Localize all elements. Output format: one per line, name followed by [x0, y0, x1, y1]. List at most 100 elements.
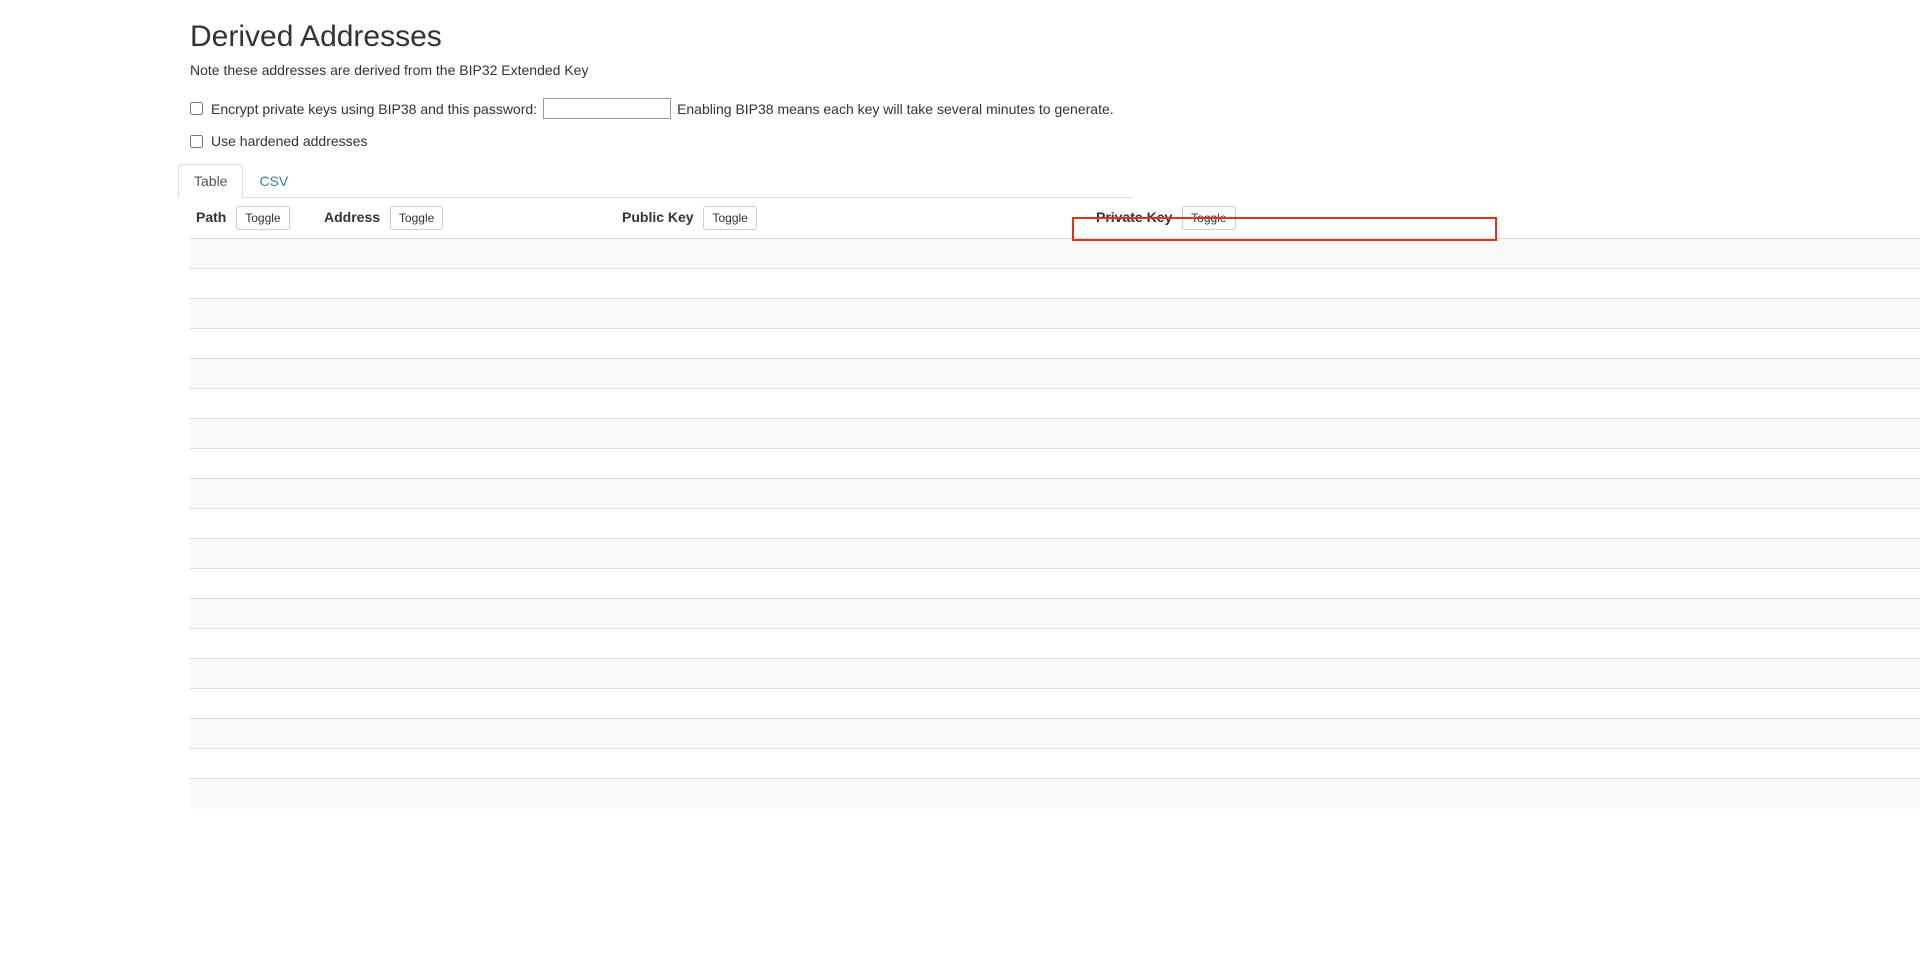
cell-privkey — [1090, 749, 1920, 779]
bip38-password-input[interactable] — [543, 98, 671, 119]
cell-address — [318, 359, 616, 389]
cell-address — [318, 719, 616, 749]
toggle-address-button[interactable]: Toggle — [390, 206, 443, 230]
cell-path — [190, 749, 318, 779]
addresses-table: Path Toggle Address Toggle Public Key To… — [190, 198, 1920, 809]
cell-privkey — [1090, 689, 1920, 719]
table-row — [190, 629, 1920, 659]
table-row — [190, 779, 1920, 809]
cell-address — [318, 479, 616, 509]
cell-path — [190, 359, 318, 389]
cell-pubkey — [616, 419, 1090, 449]
cell-pubkey — [616, 239, 1090, 269]
cell-address — [318, 689, 616, 719]
cell-address — [318, 269, 616, 299]
bip38-checkbox[interactable] — [190, 102, 203, 115]
table-row — [190, 299, 1920, 329]
cell-pubkey — [616, 539, 1090, 569]
cell-address — [318, 599, 616, 629]
table-row — [190, 689, 1920, 719]
cell-path — [190, 629, 318, 659]
cell-address — [318, 659, 616, 689]
cell-path — [190, 659, 318, 689]
table-row — [190, 389, 1920, 419]
cell-pubkey — [616, 479, 1090, 509]
table-row — [190, 239, 1920, 269]
toggle-path-button[interactable]: Toggle — [236, 206, 289, 230]
cell-path — [190, 389, 318, 419]
cell-path — [190, 299, 318, 329]
cell-path — [190, 779, 318, 809]
toggle-pubkey-button[interactable]: Toggle — [703, 206, 756, 230]
cell-path — [190, 599, 318, 629]
cell-address — [318, 449, 616, 479]
cell-address — [318, 299, 616, 329]
cell-pubkey — [616, 779, 1090, 809]
table-row — [190, 449, 1920, 479]
cell-address — [318, 569, 616, 599]
cell-address — [318, 749, 616, 779]
note-text: Note these addresses are derived from th… — [190, 62, 1920, 78]
cell-address — [318, 239, 616, 269]
cell-address — [318, 779, 616, 809]
cell-address — [318, 419, 616, 449]
cell-pubkey — [616, 389, 1090, 419]
col-privkey-label: Private Key — [1096, 209, 1172, 225]
tab-csv[interactable]: CSV — [243, 164, 304, 198]
cell-address — [318, 389, 616, 419]
table-row — [190, 509, 1920, 539]
cell-privkey — [1090, 479, 1920, 509]
cell-pubkey — [616, 599, 1090, 629]
cell-privkey — [1090, 539, 1920, 569]
tabs: Table CSV — [178, 163, 1133, 198]
cell-pubkey — [616, 329, 1090, 359]
cell-pubkey — [616, 509, 1090, 539]
cell-pubkey — [616, 659, 1090, 689]
col-header-address: Address Toggle — [318, 198, 616, 239]
table-row — [190, 719, 1920, 749]
page-title: Derived Addresses — [190, 20, 1920, 54]
cell-privkey — [1090, 329, 1920, 359]
cell-privkey — [1090, 239, 1920, 269]
cell-address — [318, 329, 616, 359]
cell-pubkey — [616, 269, 1090, 299]
table-row — [190, 479, 1920, 509]
table-row — [190, 359, 1920, 389]
hardened-row: Use hardened addresses — [190, 133, 1920, 149]
cell-path — [190, 569, 318, 599]
hardened-checkbox[interactable] — [190, 135, 203, 148]
cell-path — [190, 419, 318, 449]
cell-privkey — [1090, 629, 1920, 659]
cell-privkey — [1090, 659, 1920, 689]
table-row — [190, 749, 1920, 779]
col-header-pubkey: Public Key Toggle — [616, 198, 1090, 239]
cell-privkey — [1090, 389, 1920, 419]
cell-privkey — [1090, 449, 1920, 479]
hardened-label: Use hardened addresses — [211, 133, 367, 149]
cell-privkey — [1090, 509, 1920, 539]
cell-pubkey — [616, 689, 1090, 719]
cell-pubkey — [616, 299, 1090, 329]
table-row — [190, 329, 1920, 359]
col-header-privkey: Private Key Toggle — [1090, 198, 1920, 239]
col-address-label: Address — [324, 209, 380, 225]
cell-path — [190, 689, 318, 719]
table-row — [190, 569, 1920, 599]
cell-privkey — [1090, 299, 1920, 329]
cell-address — [318, 539, 616, 569]
cell-privkey — [1090, 269, 1920, 299]
cell-path — [190, 539, 318, 569]
cell-pubkey — [616, 719, 1090, 749]
tab-table[interactable]: Table — [178, 164, 243, 198]
cell-address — [318, 509, 616, 539]
bip38-label: Encrypt private keys using BIP38 and thi… — [211, 101, 537, 117]
col-header-path: Path Toggle — [190, 198, 318, 239]
table-row — [190, 269, 1920, 299]
toggle-privkey-button[interactable]: Toggle — [1182, 206, 1235, 230]
cell-pubkey — [616, 449, 1090, 479]
cell-privkey — [1090, 569, 1920, 599]
table-row — [190, 659, 1920, 689]
cell-path — [190, 719, 318, 749]
cell-pubkey — [616, 569, 1090, 599]
cell-path — [190, 269, 318, 299]
